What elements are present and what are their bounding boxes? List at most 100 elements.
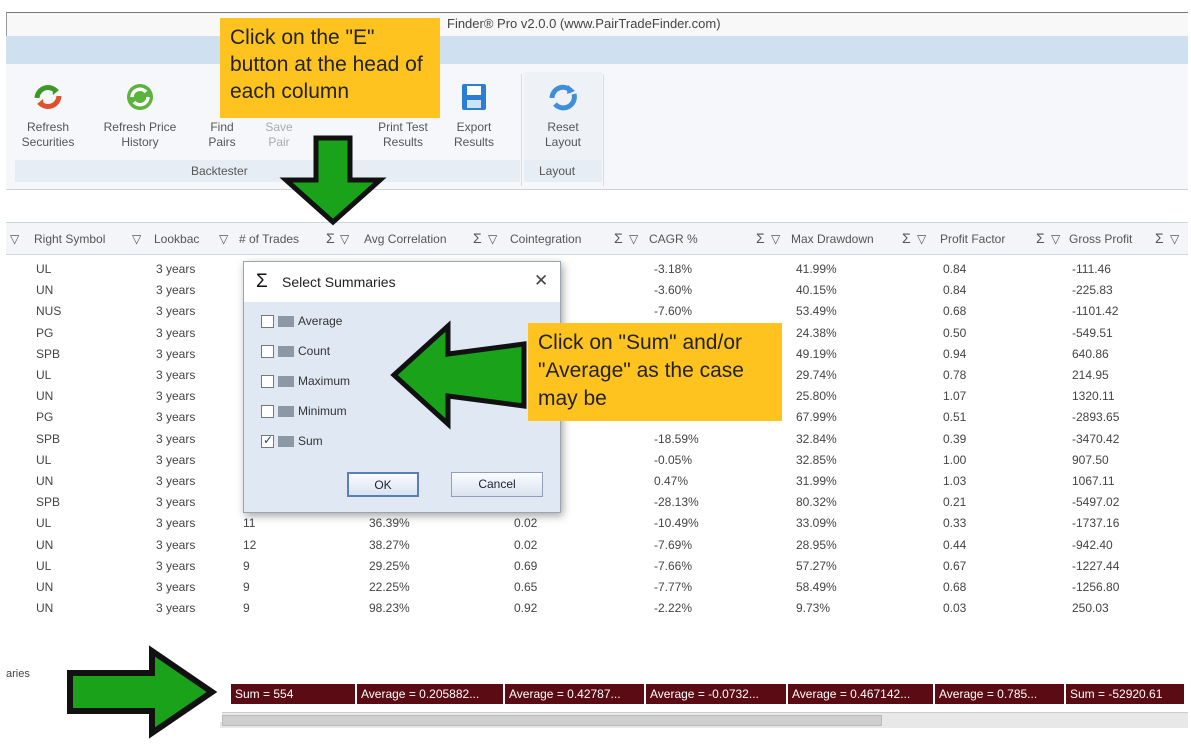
minimum-checkbox[interactable] <box>261 405 274 419</box>
column-header-trades[interactable]: # of Trades <box>239 232 299 246</box>
column-header-avg-correlation[interactable]: Avg Correlation <box>364 232 447 246</box>
cell-lookback: 3 years <box>156 452 196 467</box>
column-header-lookback[interactable]: Lookbac <box>154 232 199 246</box>
cell-profit-factor: 0.67 <box>943 558 967 573</box>
reset-layout-button[interactable]: Reset Layout <box>530 80 596 150</box>
down-arrow-icon <box>279 135 387 226</box>
sum-checkbox[interactable]: ✓ <box>261 433 274 449</box>
cell-lookback: 3 years <box>156 389 196 404</box>
count-checkbox[interactable] <box>261 345 274 359</box>
cell-gross-profit: -225.83 <box>1072 283 1113 298</box>
sigma-summary-icon[interactable]: Σ <box>1155 230 1164 246</box>
cell-avg-correlation: 36.39% <box>369 516 410 531</box>
cell-cagr: 0.47% <box>654 474 689 488</box>
filter-icon[interactable]: ▽ <box>340 232 349 246</box>
cell-lookback: 3 years <box>156 431 196 446</box>
cell-right-symbol: SPB <box>36 346 61 361</box>
cell-right-symbol: UN <box>36 389 54 404</box>
filter-icon[interactable]: ▽ <box>132 232 141 246</box>
table-row[interactable]: SPB 3 years -18.59% 32.84% 0.39 -3470.42 <box>6 429 1188 450</box>
cell-right-symbol: UL <box>36 262 52 276</box>
filter-icon[interactable]: ▽ <box>1051 232 1060 246</box>
column-header-cointegration[interactable]: Cointegration <box>510 232 581 246</box>
cell-lookback: 3 years <box>156 410 196 425</box>
scrollbar-thumb[interactable] <box>222 715 882 726</box>
filter-icon[interactable]: ▽ <box>10 232 19 246</box>
cell-cagr: -7.66% <box>654 558 693 573</box>
cancel-button[interactable]: Cancel <box>451 472 543 497</box>
filter-icon[interactable]: ▽ <box>917 232 926 246</box>
close-icon[interactable]: ✕ <box>534 271 548 291</box>
cell-cointegration: 0.69 <box>514 558 538 573</box>
option-average[interactable]: Average <box>261 314 342 329</box>
option-maximum[interactable]: Maximum <box>261 374 350 389</box>
cell-right-symbol: UN <box>36 283 54 298</box>
table-row[interactable]: UL 3 years 9 29.25% 0.69 -7.66% 57.27% 0.67 -122… <box>6 556 1188 577</box>
maximum-checkbox[interactable] <box>261 375 274 389</box>
cell-right-symbol: NUS <box>36 304 62 319</box>
cell-profit-factor: 0.84 <box>943 283 967 298</box>
screenshot: Finder® Pro v2.0.0 (www.PairTradeFinder.… <box>0 0 1191 755</box>
cell-lookback: 3 years <box>156 325 196 340</box>
filter-icon[interactable]: ▽ <box>1170 232 1179 246</box>
cell-profit-factor: 0.03 <box>943 601 967 616</box>
cell-right-symbol: SPB <box>36 495 61 510</box>
sigma-summary-icon[interactable]: Σ <box>756 230 765 246</box>
callout-sum-average-instruction: Click on "Sum" and/or "Average" as the c… <box>528 323 782 421</box>
cell-cagr: -2.22% <box>654 601 693 616</box>
grid-header: ▽ Right Symbol ▽ Lookbac ▽ # of Trades Σ… <box>6 223 1188 255</box>
filter-icon[interactable]: ▽ <box>629 232 638 246</box>
checkmark-icon: ✓ <box>263 433 274 448</box>
cell-lookback: 3 years <box>156 537 196 552</box>
table-row[interactable]: UL 3 years -0.05% 32.85% 1.00 907.50 <box>6 450 1188 471</box>
filter-icon[interactable]: ▽ <box>219 232 228 246</box>
horizontal-scrollbar[interactable] <box>220 712 1188 728</box>
sigma-summary-icon[interactable]: Σ <box>326 230 335 246</box>
print-test-label: Print Test <box>378 120 428 134</box>
summary-cell-gross-profit: Sum = -52920.61 <box>1066 684 1184 704</box>
refresh-history-label-2: History <box>121 135 159 149</box>
cell-cointegration: 0.92 <box>514 601 538 616</box>
refresh-history-button[interactable]: Refresh Price History <box>98 80 182 150</box>
column-header-cagr[interactable]: CAGR % <box>649 232 698 246</box>
sigma-summary-icon[interactable]: Σ <box>614 230 623 246</box>
export-results-button[interactable]: Export Results <box>446 80 502 150</box>
refresh-securities-button[interactable]: Refresh Securities <box>16 80 80 150</box>
right-arrow-icon <box>67 645 218 739</box>
table-row[interactable]: UN 3 years 9 22.25% 0.65 -7.77% 58.49% 0.68 -125… <box>6 577 1188 598</box>
column-header-gross-profit[interactable]: Gross Profit <box>1069 232 1132 246</box>
column-header-profit-factor[interactable]: Profit Factor <box>940 232 1005 246</box>
column-header-right-symbol[interactable]: Right Symbol <box>34 232 105 246</box>
table-row[interactable]: UN 3 years 0.47% 31.99% 1.03 1067.11 <box>6 471 1188 492</box>
table-row[interactable]: NUS 3 years -7.60% 53.49% 0.68 -1101.42 <box>6 301 1188 322</box>
option-count[interactable]: Count <box>261 344 330 359</box>
cell-max-drawdown: 25.80% <box>796 389 837 404</box>
ok-button[interactable]: OK <box>347 472 419 497</box>
group-divider <box>521 74 522 186</box>
table-row[interactable]: UN 3 years -3.60% 40.15% 0.84 -225.83 <box>6 280 1188 301</box>
column-header-max-drawdown[interactable]: Max Drawdown <box>791 232 874 246</box>
table-row[interactable]: UL 3 years 11 36.39% 0.02 -10.49% 33.09% 0.33 -1… <box>6 513 1188 534</box>
cell-max-drawdown: 32.85% <box>796 452 837 467</box>
cell-gross-profit: 640.86 <box>1072 346 1109 361</box>
option-sum[interactable]: ✓ Sum <box>261 433 323 449</box>
filter-icon[interactable]: ▽ <box>771 232 780 246</box>
table-row[interactable]: UN 3 years 12 38.27% 0.02 -7.69% 28.95% 0.44 -94… <box>6 535 1188 556</box>
cell-avg-correlation: 38.27% <box>369 537 410 552</box>
option-minimum[interactable]: Minimum <box>261 404 347 419</box>
filter-icon[interactable]: ▽ <box>488 232 497 246</box>
sigma-summary-icon[interactable]: Σ <box>902 230 911 246</box>
sigma-summary-icon[interactable]: Σ <box>1036 230 1045 246</box>
cell-cagr: -0.05% <box>654 452 693 467</box>
average-checkbox[interactable] <box>261 315 274 329</box>
cell-trades: 9 <box>243 601 250 616</box>
cell-profit-factor: 0.78 <box>943 368 967 382</box>
sigma-summary-icon[interactable]: Σ <box>473 230 482 246</box>
refresh-securities-label: Refresh <box>26 120 70 134</box>
title-bar: Finder® Pro v2.0.0 (www.PairTradeFinder.… <box>6 12 1188 36</box>
cell-cagr: -3.60% <box>654 283 693 298</box>
table-row[interactable]: SPB3 years824.95%0.34-28.13%80.32%0.21-5… <box>6 492 1188 513</box>
left-arrow-icon <box>390 320 527 430</box>
table-row[interactable]: UL 3 years -3.18% 41.99% 0.84 -111.46 <box>6 259 1188 280</box>
table-row[interactable]: UN 3 years 9 98.23% 0.92 -2.22% 9.73% 0.03 250.0… <box>6 598 1188 619</box>
